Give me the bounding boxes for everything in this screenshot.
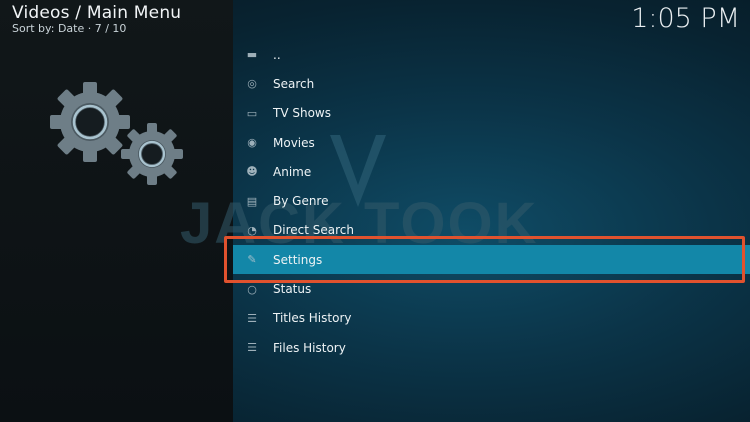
menu-item-label: Anime: [273, 164, 312, 179]
menu-item-parent-folder[interactable]: ▬..: [233, 40, 750, 69]
folder-up-icon: ▬: [246, 48, 258, 62]
tv-icon: ▭: [246, 106, 258, 120]
menu-item-titles-history[interactable]: ☰ Titles History: [233, 304, 750, 333]
page-title: Videos / Main Menu: [12, 3, 182, 23]
menu-item-label: By Genre: [273, 194, 329, 209]
genre-icon: ▤: [246, 194, 258, 208]
menu-item-anime[interactable]: ☻ Anime: [233, 157, 750, 186]
settings-highlight-box: [224, 236, 745, 283]
film-camera-icon: ◉: [247, 136, 257, 150]
menu-list: ▬.. ◎ Search ▭ TV Shows ◉ Movies ☻ Anime ▤ By Genr…: [233, 40, 750, 362]
menu-item-label: Search: [273, 76, 315, 91]
list-icon: ☰: [247, 311, 257, 325]
menu-item-files-history[interactable]: ☰ Files History: [233, 333, 750, 362]
sort-info: Sort by: Date · 7 / 10: [12, 22, 127, 35]
menu-item-search[interactable]: ◎ Search: [233, 69, 750, 98]
menu-item-movies[interactable]: ◉ Movies: [233, 128, 750, 157]
menu-item-label: Files History: [273, 340, 346, 355]
list-icon: ☰: [247, 341, 257, 355]
settings-gears-icon: [50, 82, 183, 185]
anime-icon: ☻: [246, 165, 258, 179]
menu-item-label: Movies: [273, 135, 315, 150]
menu-item-label: Titles History: [273, 311, 352, 326]
search-icon: ◎: [247, 77, 257, 91]
clock: 1:05 PM: [631, 3, 740, 34]
menu-item-label: ..: [273, 47, 281, 62]
menu-item-by-genre[interactable]: ▤ By Genre: [233, 186, 750, 215]
status-icon: ○: [247, 282, 257, 296]
menu-item-label: TV Shows: [273, 106, 331, 121]
menu-item-label: Status: [273, 282, 312, 297]
menu-item-tv-shows[interactable]: ▭ TV Shows: [233, 99, 750, 128]
